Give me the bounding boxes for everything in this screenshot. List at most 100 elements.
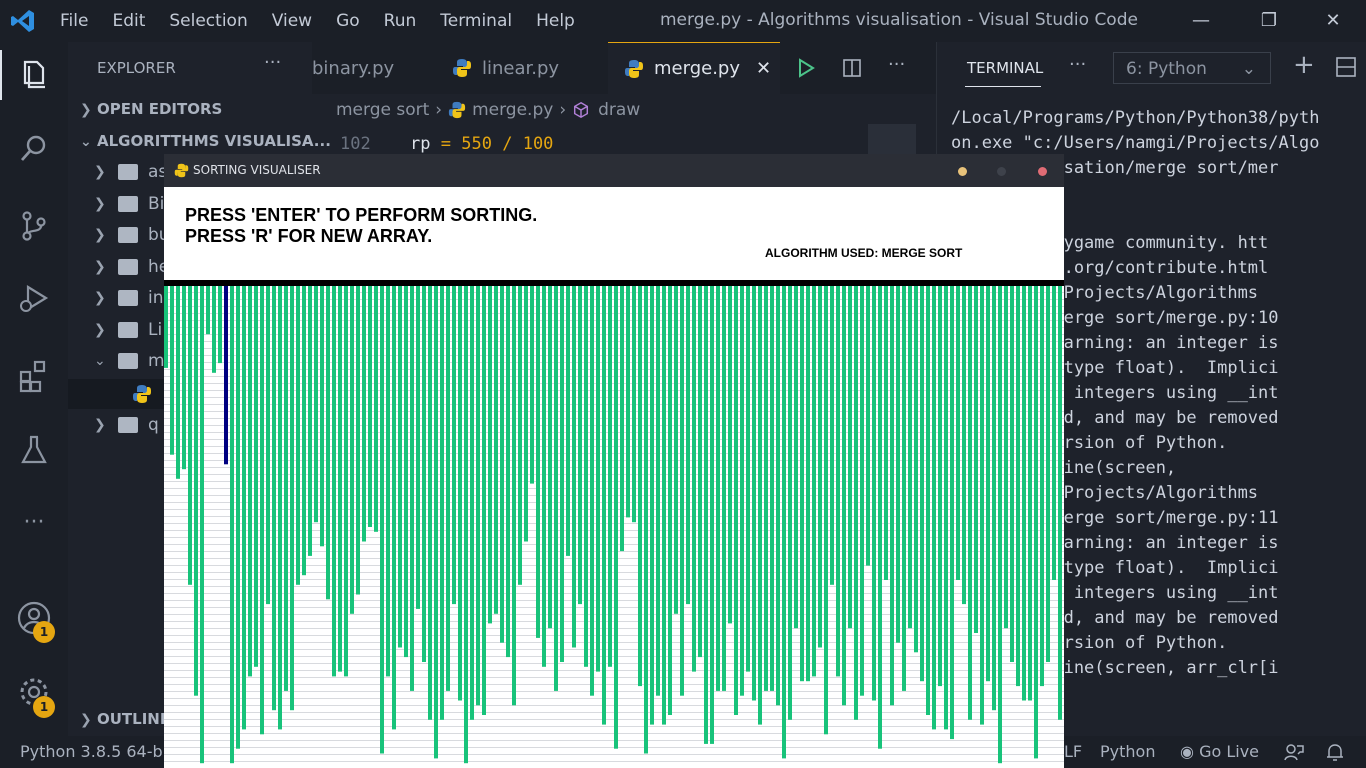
array-bar (824, 286, 828, 735)
menu-file[interactable]: File (60, 11, 88, 31)
tab-binary[interactable]: binary.py (312, 42, 434, 94)
array-bar (650, 286, 654, 725)
array-bar (296, 286, 300, 585)
explorer-icon[interactable] (16, 56, 52, 92)
explorer-more-icon[interactable]: ··· (264, 52, 281, 73)
terminal-select[interactable]: 6: Python ⌄ (1113, 52, 1271, 84)
source-control-icon[interactable] (16, 208, 52, 244)
array-bar (878, 286, 882, 749)
folder-icon (118, 164, 138, 180)
breadcrumb-symbol[interactable]: draw (598, 100, 640, 120)
testing-flask-icon[interactable] (16, 432, 52, 468)
restore-icon[interactable]: ❐ (1254, 8, 1284, 34)
close-tab-icon[interactable]: ✕ (756, 58, 771, 79)
menu-go[interactable]: Go (336, 11, 360, 31)
menu-terminal[interactable]: Terminal (440, 11, 512, 31)
search-icon[interactable] (16, 130, 52, 166)
panel-more-icon[interactable]: ··· (1069, 54, 1086, 75)
breadcrumb-folder[interactable]: merge sort (336, 100, 429, 120)
array-bar (944, 286, 948, 730)
tree-folder-4[interactable]: ❯ in (94, 283, 164, 313)
tree-folder-7[interactable]: ❯ q (94, 410, 159, 440)
extensions-icon[interactable] (16, 358, 52, 394)
chevron-right-icon: ❯ (94, 227, 106, 243)
array-bar (728, 286, 732, 624)
pygame-window[interactable]: SORTING VISUALISER PRESS 'ENTER' TO PERF… (164, 154, 1064, 768)
menu-selection[interactable]: Selection (169, 11, 247, 31)
array-bar (968, 286, 972, 720)
project-section[interactable]: ⌄ ALGORITTHMS VISUALISA... (80, 132, 331, 150)
array-bar (800, 286, 804, 682)
array-bar (518, 286, 522, 585)
minimize-icon[interactable]: — (1186, 8, 1216, 34)
split-editor-icon[interactable] (842, 58, 862, 78)
array-bar (470, 286, 474, 720)
array-bar (488, 286, 492, 624)
array-bar (632, 286, 636, 523)
array-bar (902, 286, 906, 691)
tree-folder-label: m (148, 351, 165, 371)
close-window-icon[interactable]: ✕ (1318, 8, 1348, 34)
pygame-title: SORTING VISUALISER (193, 163, 321, 177)
array-bar (188, 286, 192, 585)
tree-folder-1[interactable]: ❯ Bi (94, 189, 164, 219)
array-bar (1058, 286, 1062, 720)
tree-folder-0[interactable]: ❯ as (94, 157, 167, 187)
instruction-reset: PRESS 'R' FOR NEW ARRAY. (185, 226, 433, 246)
array-bar (782, 286, 786, 759)
run-debug-icon[interactable] (16, 280, 52, 316)
tree-folder-5[interactable]: ❯ Li (94, 315, 162, 345)
folder-icon (118, 195, 138, 212)
tab-merge[interactable]: merge.py ✕ (608, 42, 780, 94)
eol-status[interactable]: LF (1064, 742, 1082, 761)
breadcrumb-file[interactable]: merge.py (472, 100, 553, 120)
array-bar (236, 286, 240, 749)
maximize-dot-icon[interactable] (997, 167, 1006, 176)
minimize-dot-icon[interactable] (958, 167, 967, 176)
menu-view[interactable]: View (272, 11, 312, 31)
go-live-button[interactable]: ◉ Go Live (1180, 742, 1259, 761)
pygame-title-bar[interactable]: SORTING VISUALISER (164, 154, 1064, 187)
python-interpreter[interactable]: Python 3.8.5 64-bit (20, 742, 173, 761)
code-operator: / (502, 134, 513, 154)
notifications-bell-icon[interactable] (1326, 742, 1344, 762)
more-views-icon[interactable]: ··· (16, 508, 52, 544)
array-bar (386, 286, 390, 677)
feedback-icon[interactable] (1284, 743, 1304, 761)
array-bar (722, 286, 726, 691)
array-bar (452, 286, 456, 605)
run-file-icon[interactable] (796, 58, 816, 78)
tree-folder-3[interactable]: ❯ he (94, 252, 169, 282)
new-terminal-icon[interactable]: + (1293, 50, 1315, 80)
language-mode[interactable]: Python (1100, 742, 1155, 761)
tree-folder-6[interactable]: ⌄ m (94, 346, 165, 376)
array-bar (668, 286, 672, 715)
broadcast-icon: ◉ (1180, 742, 1194, 761)
tab-linear[interactable]: linear.py (436, 42, 606, 94)
close-dot-icon[interactable] (1038, 167, 1047, 176)
split-terminal-icon[interactable] (1335, 56, 1357, 78)
array-bar (338, 286, 342, 672)
menu-edit[interactable]: Edit (112, 11, 145, 31)
array-bar (704, 286, 708, 744)
tree-folder-2[interactable]: ❯ bu (94, 220, 170, 250)
array-bar (326, 286, 330, 600)
array-bar (356, 286, 360, 595)
menu-run[interactable]: Run (384, 11, 417, 31)
array-bar (1052, 286, 1056, 580)
terminal-tab[interactable]: TERMINAL (967, 59, 1043, 77)
menu-help[interactable]: Help (536, 11, 575, 31)
array-bar (710, 286, 714, 744)
array-bar (752, 286, 756, 701)
chevron-down-icon: ⌄ (80, 134, 92, 150)
array-bar (746, 286, 750, 672)
open-editors-section[interactable]: ❯ OPEN EDITORS (80, 100, 222, 118)
breadcrumb-chevron-icon: › (559, 100, 567, 120)
breadcrumb-chevron-icon: › (435, 100, 443, 120)
python-file-icon (448, 101, 466, 119)
bar-area (164, 286, 1064, 768)
outline-section[interactable]: ❯ OUTLINE (80, 710, 170, 728)
array-bar (416, 286, 420, 609)
editor-more-icon[interactable]: ··· (888, 54, 905, 75)
array-bar (938, 286, 942, 687)
